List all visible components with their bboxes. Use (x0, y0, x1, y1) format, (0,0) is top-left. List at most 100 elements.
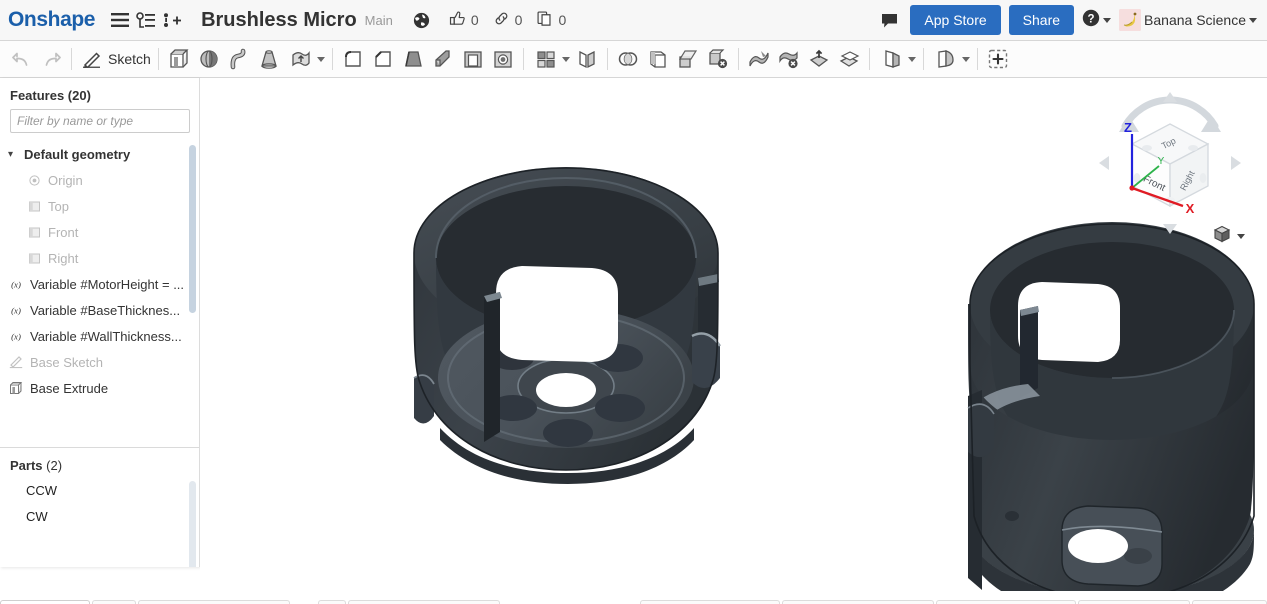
chamfer-icon[interactable] (368, 44, 398, 74)
list-item[interactable]: CCW (0, 477, 199, 503)
sketch-pencil-icon (8, 354, 24, 370)
share-button[interactable]: Share (1008, 5, 1075, 35)
chevron-down-icon (316, 56, 325, 62)
redo-arrow-icon[interactable] (36, 44, 66, 74)
viewcube-arrow-right (1231, 156, 1241, 170)
add-custom-feature-icon[interactable] (983, 44, 1013, 74)
hamburger-menu-icon[interactable] (107, 7, 133, 33)
tab-stub[interactable] (936, 600, 1076, 604)
tree-item-default-geometry[interactable]: ▾ Default geometry (0, 141, 199, 167)
tree-item-label: Top (48, 198, 69, 214)
tree-item-label: Base Sketch (30, 354, 103, 370)
tree-item-top-plane[interactable]: Top (0, 193, 199, 219)
view-mode-menu[interactable] (1211, 223, 1245, 250)
link-stat[interactable]: 0 (493, 10, 522, 30)
sheet-metal-menu[interactable] (875, 44, 918, 74)
document-title[interactable]: Brushless Micro (201, 9, 357, 32)
replace-face-icon[interactable] (834, 44, 864, 74)
document-tree-icon[interactable] (133, 7, 159, 33)
tree-item-right-plane[interactable]: Right (0, 245, 199, 271)
tree-item-variable-basethickness[interactable]: (x) Variable #BaseThicknes... (0, 297, 199, 323)
sketch-button[interactable]: Sketch (77, 44, 153, 74)
link-icon (493, 10, 510, 30)
tab-stub[interactable] (92, 600, 136, 604)
3d-viewport[interactable]: Top Front Right Z X Y (200, 78, 1267, 591)
help-menu[interactable]: ? (1082, 9, 1112, 32)
tab-stub[interactable] (1192, 600, 1267, 604)
copy-stat[interactable]: 0 (536, 10, 566, 30)
thicken-menu[interactable] (284, 44, 327, 74)
surface-tools-menu[interactable] (929, 44, 972, 74)
comment-icon[interactable] (876, 7, 902, 33)
pattern-menu[interactable] (529, 44, 572, 74)
extrude-icon[interactable] (164, 44, 194, 74)
tree-item-base-sketch[interactable]: Base Sketch (0, 349, 199, 375)
toolbar-divider (157, 48, 159, 70)
chevron-down-icon[interactable]: ▾ (8, 149, 20, 160)
enclose-icon[interactable] (643, 44, 673, 74)
parts-header: Parts (2) (0, 448, 199, 477)
move-face-icon[interactable] (804, 44, 834, 74)
variable-icon: (x) (8, 302, 24, 318)
app-store-button[interactable]: App Store (910, 5, 1001, 35)
draft-icon[interactable] (398, 44, 428, 74)
filter-input[interactable] (10, 109, 190, 133)
tree-item-origin[interactable]: Origin (0, 167, 199, 193)
rib-icon[interactable] (428, 44, 458, 74)
fillet-icon[interactable] (338, 44, 368, 74)
surface-fill-icon[interactable] (744, 44, 774, 74)
tree-item-variable-motorheight[interactable]: (x) Variable #MotorHeight = ... (0, 271, 199, 297)
features-header: Features (20) (10, 88, 91, 103)
list-item[interactable]: CW (0, 503, 199, 529)
tab-stub[interactable] (640, 600, 780, 604)
tab-stub[interactable] (138, 600, 290, 604)
like-stat[interactable]: 0 (449, 10, 479, 30)
tab-stub[interactable] (318, 600, 346, 604)
tree-item-variable-wallthickness[interactable]: (x) Variable #WallThickness... (0, 323, 199, 349)
tab-stub[interactable] (0, 600, 90, 604)
tree-item-base-extrude[interactable]: Base Extrude (0, 375, 199, 401)
axis-label-z: Z (1124, 120, 1132, 135)
like-count: 0 (470, 12, 479, 28)
toolbar-divider (737, 48, 739, 70)
tab-stub[interactable] (348, 600, 500, 604)
extrude-icon (8, 380, 24, 396)
tab-stub[interactable] (782, 600, 934, 604)
part-cw-geometry (967, 222, 1255, 591)
mirror-icon[interactable] (572, 44, 602, 74)
tree-item-label: Variable #BaseThicknes... (30, 302, 181, 318)
viewcube-arrow-down (1163, 224, 1177, 234)
document-branch[interactable]: Main (365, 13, 393, 28)
globe-icon[interactable] (409, 7, 435, 33)
user-menu[interactable]: Banana Science (1119, 9, 1257, 31)
sweep-icon[interactable] (224, 44, 254, 74)
feature-tree-scroll[interactable]: ▾ Default geometry Origin Top Front Righ… (0, 141, 199, 443)
onshape-logo[interactable]: Onshape (8, 8, 95, 32)
tree-item-front-plane[interactable]: Front (0, 219, 199, 245)
chevron-down-icon (1237, 234, 1245, 239)
shaded-cube-icon (1211, 223, 1233, 250)
svg-text:(x): (x) (11, 331, 21, 341)
delete-face-icon[interactable] (774, 44, 804, 74)
undo-arrow-icon[interactable] (6, 44, 36, 74)
feature-tree-scrollbar[interactable] (189, 145, 196, 313)
split-icon[interactable] (673, 44, 703, 74)
parts-list-scrollbar[interactable] (189, 481, 196, 567)
surface-tools-icon (931, 44, 961, 74)
insert-version-icon[interactable] (159, 7, 185, 33)
shell-icon[interactable] (458, 44, 488, 74)
parts-list[interactable]: CCW CW (0, 477, 199, 567)
chevron-down-icon (561, 56, 570, 62)
tab-stub[interactable] (1078, 600, 1190, 604)
revolve-icon[interactable] (194, 44, 224, 74)
view-cube[interactable]: Top Front Right Z X Y (1095, 88, 1245, 238)
document-tab-bar[interactable] (0, 591, 1267, 604)
delete-part-icon[interactable] (703, 44, 733, 74)
plane-icon (26, 224, 42, 240)
hole-icon[interactable] (488, 44, 518, 74)
tree-item-label: Base Extrude (30, 380, 109, 396)
boolean-icon[interactable] (613, 44, 643, 74)
toolbar-divider (922, 48, 924, 70)
app-header: Onshape Brushless Micro Main 0 0 0 App S… (0, 0, 1267, 41)
loft-icon[interactable] (254, 44, 284, 74)
